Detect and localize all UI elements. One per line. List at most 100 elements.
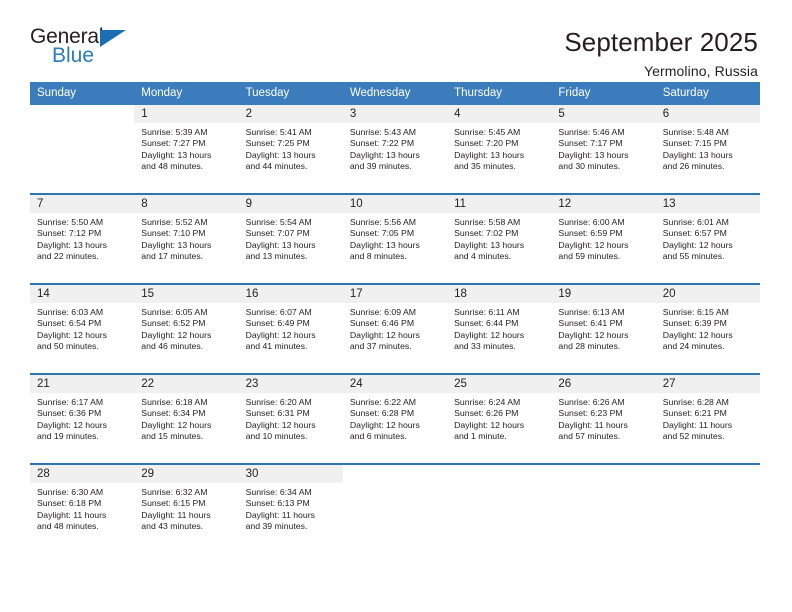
- calendar-day-cell[interactable]: 20 Sunrise: 6:15 AM Sunset: 6:39 PM Dayli…: [655, 283, 760, 374]
- calendar-day-cell[interactable]: 6 Sunrise: 5:48 AM Sunset: 7:15 PM Daylig…: [655, 105, 760, 194]
- calendar-day-cell[interactable]: [551, 463, 656, 553]
- calendar-day-cell[interactable]: [30, 105, 134, 194]
- day-details: Sunrise: 5:56 AM Sunset: 7:05 PM Dayligh…: [349, 217, 420, 262]
- day-details: Sunrise: 6:17 AM Sunset: 6:36 PM Dayligh…: [37, 397, 108, 442]
- day-number: 27: [655, 375, 760, 393]
- calendar-day-cell[interactable]: 12 Sunrise: 6:00 AM Sunset: 6:59 PM Dayli…: [551, 193, 656, 284]
- calendar-day-cell[interactable]: 18 Sunrise: 6:11 AM Sunset: 6:44 PM Dayli…: [447, 283, 552, 374]
- calendar-week-row: 1 Sunrise: 5:39 AM Sunset: 7:27 PM Daylig…: [30, 105, 760, 194]
- day-details: Sunrise: 5:41 AM Sunset: 7:25 PM Dayligh…: [245, 127, 316, 172]
- day-number: 28: [30, 465, 135, 483]
- weekday-header-sunday: Sunday: [30, 82, 135, 105]
- day-number: 22: [134, 375, 239, 393]
- day-number: 13: [655, 195, 760, 213]
- day-number: 6: [655, 105, 760, 123]
- day-number: 26: [551, 375, 656, 393]
- day-details: Sunrise: 5:45 AM Sunset: 7:20 PM Dayligh…: [454, 127, 525, 172]
- day-number: 25: [447, 375, 552, 393]
- calendar-day-cell[interactable]: 26 Sunrise: 6:26 AM Sunset: 6:23 PM Dayli…: [551, 373, 656, 464]
- logo-triangle-icon: [100, 30, 126, 47]
- calendar-day-cell[interactable]: 28 Sunrise: 6:30 AM Sunset: 6:18 PM Dayli…: [30, 463, 135, 553]
- calendar-day-cell[interactable]: 24 Sunrise: 6:22 AM Sunset: 6:28 PM Dayli…: [342, 373, 448, 464]
- weekday-header-tuesday: Tuesday: [238, 82, 343, 105]
- calendar-day-cell[interactable]: 25 Sunrise: 6:24 AM Sunset: 6:26 PM Dayli…: [447, 373, 552, 464]
- calendar-day-cell[interactable]: 23 Sunrise: 6:20 AM Sunset: 6:31 PM Dayli…: [238, 373, 343, 464]
- day-details: Sunrise: 5:46 AM Sunset: 7:17 PM Dayligh…: [558, 127, 629, 172]
- day-number: [30, 105, 134, 123]
- calendar-day-cell[interactable]: 17 Sunrise: 6:09 AM Sunset: 6:46 PM Dayli…: [342, 283, 448, 374]
- calendar-day-cell[interactable]: 19 Sunrise: 6:13 AM Sunset: 6:41 PM Dayli…: [551, 283, 656, 374]
- day-details: Sunrise: 6:24 AM Sunset: 6:26 PM Dayligh…: [454, 397, 525, 442]
- calendar-day-cell[interactable]: 2 Sunrise: 5:41 AM Sunset: 7:25 PM Daylig…: [238, 105, 343, 194]
- day-details: Sunrise: 6:03 AM Sunset: 6:54 PM Dayligh…: [37, 307, 108, 352]
- weekday-header-saturday: Saturday: [655, 82, 760, 105]
- day-number: 17: [342, 285, 448, 303]
- day-details: Sunrise: 5:52 AM Sunset: 7:10 PM Dayligh…: [141, 217, 212, 262]
- day-details: Sunrise: 5:50 AM Sunset: 7:12 PM Dayligh…: [37, 217, 108, 262]
- calendar-day-cell[interactable]: 7 Sunrise: 5:50 AM Sunset: 7:12 PM Daylig…: [30, 193, 135, 284]
- day-number: 12: [551, 195, 656, 213]
- day-details: Sunrise: 6:26 AM Sunset: 6:23 PM Dayligh…: [558, 397, 628, 442]
- day-details: Sunrise: 6:18 AM Sunset: 6:34 PM Dayligh…: [141, 397, 212, 442]
- day-number: 2: [238, 105, 343, 123]
- day-number: [551, 465, 655, 483]
- calendar-day-cell[interactable]: 30 Sunrise: 6:34 AM Sunset: 6:13 PM Dayli…: [238, 463, 343, 553]
- calendar-day-cell[interactable]: 5 Sunrise: 5:46 AM Sunset: 7:17 PM Daylig…: [551, 105, 656, 194]
- day-details: Sunrise: 5:48 AM Sunset: 7:15 PM Dayligh…: [662, 127, 733, 172]
- day-details: Sunrise: 6:13 AM Sunset: 6:41 PM Dayligh…: [558, 307, 629, 352]
- day-details: Sunrise: 6:22 AM Sunset: 6:28 PM Dayligh…: [349, 397, 420, 442]
- calendar-day-cell[interactable]: 22 Sunrise: 6:18 AM Sunset: 6:34 PM Dayli…: [134, 373, 239, 464]
- day-details: Sunrise: 6:01 AM Sunset: 6:57 PM Dayligh…: [662, 217, 733, 262]
- day-number: 1: [134, 105, 239, 123]
- day-number: 18: [447, 285, 552, 303]
- day-number: 29: [134, 465, 239, 483]
- calendar-body: 1 Sunrise: 5:39 AM Sunset: 7:27 PM Daylig…: [30, 105, 760, 553]
- day-number: 20: [655, 285, 760, 303]
- calendar-day-cell[interactable]: 4 Sunrise: 5:45 AM Sunset: 7:20 PM Daylig…: [447, 105, 552, 194]
- day-number: 11: [447, 195, 552, 213]
- day-details: Sunrise: 5:43 AM Sunset: 7:22 PM Dayligh…: [349, 127, 420, 172]
- day-details: [447, 483, 551, 487]
- calendar-day-cell[interactable]: 15 Sunrise: 6:05 AM Sunset: 6:52 PM Dayli…: [134, 283, 239, 374]
- calendar-day-cell[interactable]: 10 Sunrise: 5:56 AM Sunset: 7:05 PM Dayli…: [342, 193, 448, 284]
- day-number: 5: [551, 105, 656, 123]
- calendar-week-row: 7 Sunrise: 5:50 AM Sunset: 7:12 PM Daylig…: [30, 193, 760, 284]
- calendar-day-cell[interactable]: 14 Sunrise: 6:03 AM Sunset: 6:54 PM Dayli…: [30, 283, 135, 374]
- day-number: 14: [30, 285, 135, 303]
- day-details: [30, 123, 134, 127]
- general-blue-logo: General Blue: [30, 26, 142, 74]
- calendar-table: Sunday Monday Tuesday Wednesday Thursday…: [30, 82, 760, 553]
- day-details: Sunrise: 6:20 AM Sunset: 6:31 PM Dayligh…: [245, 397, 316, 442]
- title-block: September 2025 Yermolino, Russia: [564, 26, 758, 79]
- day-details: Sunrise: 6:11 AM Sunset: 6:44 PM Dayligh…: [454, 307, 525, 352]
- calendar-day-cell[interactable]: 13 Sunrise: 6:01 AM Sunset: 6:57 PM Dayli…: [655, 193, 760, 284]
- calendar-day-cell[interactable]: 9 Sunrise: 5:54 AM Sunset: 7:07 PM Daylig…: [238, 193, 343, 284]
- calendar-day-cell[interactable]: 29 Sunrise: 6:32 AM Sunset: 6:15 PM Dayli…: [134, 463, 239, 553]
- day-details: Sunrise: 6:09 AM Sunset: 6:46 PM Dayligh…: [349, 307, 420, 352]
- day-details: Sunrise: 5:54 AM Sunset: 7:07 PM Dayligh…: [245, 217, 316, 262]
- day-details: Sunrise: 5:58 AM Sunset: 7:02 PM Dayligh…: [454, 217, 525, 262]
- calendar-day-cell[interactable]: 16 Sunrise: 6:07 AM Sunset: 6:49 PM Dayli…: [238, 283, 343, 374]
- calendar-day-cell[interactable]: [655, 463, 760, 553]
- day-number: 19: [551, 285, 656, 303]
- calendar-day-cell[interactable]: 21 Sunrise: 6:17 AM Sunset: 6:36 PM Dayli…: [30, 373, 135, 464]
- calendar-week-row: 14 Sunrise: 6:03 AM Sunset: 6:54 PM Dayli…: [30, 283, 760, 374]
- page-header: General Blue September 2025 Yermolino, R…: [0, 0, 792, 79]
- day-number: 3: [342, 105, 448, 123]
- day-number: 7: [30, 195, 135, 213]
- calendar-week-row: 21 Sunrise: 6:17 AM Sunset: 6:36 PM Dayli…: [30, 373, 760, 464]
- calendar-day-cell[interactable]: 8 Sunrise: 5:52 AM Sunset: 7:10 PM Daylig…: [134, 193, 239, 284]
- calendar-day-cell[interactable]: [447, 463, 552, 553]
- day-number: 10: [342, 195, 448, 213]
- calendar-day-cell[interactable]: [342, 463, 448, 553]
- calendar-day-cell[interactable]: 11 Sunrise: 5:58 AM Sunset: 7:02 PM Dayli…: [447, 193, 552, 284]
- day-number: 21: [30, 375, 135, 393]
- day-number: 8: [134, 195, 239, 213]
- calendar-day-cell[interactable]: 3 Sunrise: 5:43 AM Sunset: 7:22 PM Daylig…: [342, 105, 448, 194]
- day-details: Sunrise: 6:05 AM Sunset: 6:52 PM Dayligh…: [141, 307, 212, 352]
- weekday-header-row: Sunday Monday Tuesday Wednesday Thursday…: [30, 82, 760, 105]
- weekday-header-wednesday: Wednesday: [342, 82, 448, 105]
- calendar-day-cell[interactable]: 1 Sunrise: 5:39 AM Sunset: 7:27 PM Daylig…: [134, 105, 239, 194]
- day-number: 9: [238, 195, 343, 213]
- calendar-day-cell[interactable]: 27 Sunrise: 6:28 AM Sunset: 6:21 PM Dayli…: [655, 373, 760, 464]
